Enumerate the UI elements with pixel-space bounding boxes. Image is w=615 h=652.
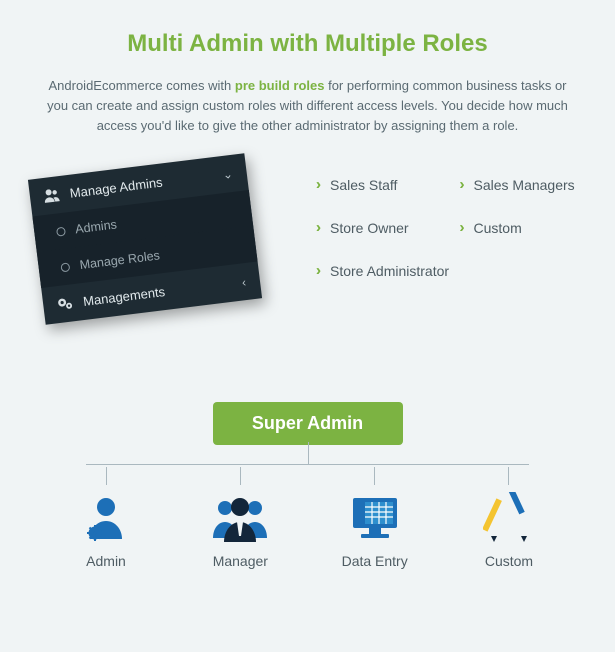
node-manager: Manager bbox=[180, 467, 300, 569]
tree-vline bbox=[106, 467, 107, 485]
node-label: Admin bbox=[46, 553, 166, 569]
node-data-entry: Data Entry bbox=[315, 467, 435, 569]
bullet-icon bbox=[60, 262, 70, 272]
subtitle: AndroidEcommerce comes with pre build ro… bbox=[36, 76, 579, 136]
super-admin-badge: Super Admin bbox=[213, 402, 403, 445]
users-icon bbox=[43, 188, 61, 204]
data-entry-icon bbox=[315, 491, 435, 543]
subtitle-highlight: pre build roles bbox=[235, 78, 325, 93]
role-item: ››Custom bbox=[460, 219, 580, 236]
custom-icon bbox=[449, 491, 569, 543]
role-label: Sales Managers bbox=[474, 177, 575, 193]
menu-header-label: Manage Admins bbox=[69, 175, 163, 201]
menu-item-label: Admins bbox=[74, 218, 117, 237]
node-label: Manager bbox=[180, 553, 300, 569]
role-item: ››Sales Staff bbox=[316, 176, 436, 193]
role-label: Sales Staff bbox=[330, 177, 397, 193]
role-item: ››Sales Managers bbox=[460, 176, 580, 193]
node-admin: Admin bbox=[46, 467, 166, 569]
admin-menu-card: Manage Admins ⌄ Admins Manage Roles Mana… bbox=[28, 154, 262, 325]
tree-vline bbox=[374, 467, 375, 485]
page-title: Multi Admin with Multiple Roles bbox=[36, 30, 579, 58]
menu-footer-label: Managements bbox=[82, 284, 166, 309]
tree-vline bbox=[240, 467, 241, 485]
gears-icon bbox=[56, 296, 74, 312]
admin-icon bbox=[46, 491, 166, 543]
node-label: Data Entry bbox=[315, 553, 435, 569]
role-label: Custom bbox=[474, 220, 522, 236]
role-label: Store Owner bbox=[330, 220, 409, 236]
bullet-icon bbox=[56, 227, 66, 237]
tree-hbar bbox=[86, 464, 529, 465]
role-item: ››Store Administrator bbox=[316, 262, 579, 279]
roles-list: ››Sales Staff ››Sales Managers ››Store O… bbox=[316, 166, 579, 279]
node-custom: Custom bbox=[449, 467, 569, 569]
chevron-left-icon: ‹ bbox=[241, 275, 247, 289]
subtitle-pre: AndroidEcommerce comes with bbox=[48, 78, 234, 93]
tree-stem bbox=[308, 442, 309, 464]
role-item: ››Store Owner bbox=[316, 219, 436, 236]
hierarchy: Super Admin Admin Manager bbox=[36, 402, 579, 569]
chevron-down-icon: ⌄ bbox=[222, 167, 234, 182]
node-label: Custom bbox=[449, 553, 569, 569]
role-label: Store Administrator bbox=[330, 263, 449, 279]
manager-icon bbox=[180, 491, 300, 543]
menu-item-label: Manage Roles bbox=[79, 249, 161, 273]
tree-vline bbox=[508, 467, 509, 485]
